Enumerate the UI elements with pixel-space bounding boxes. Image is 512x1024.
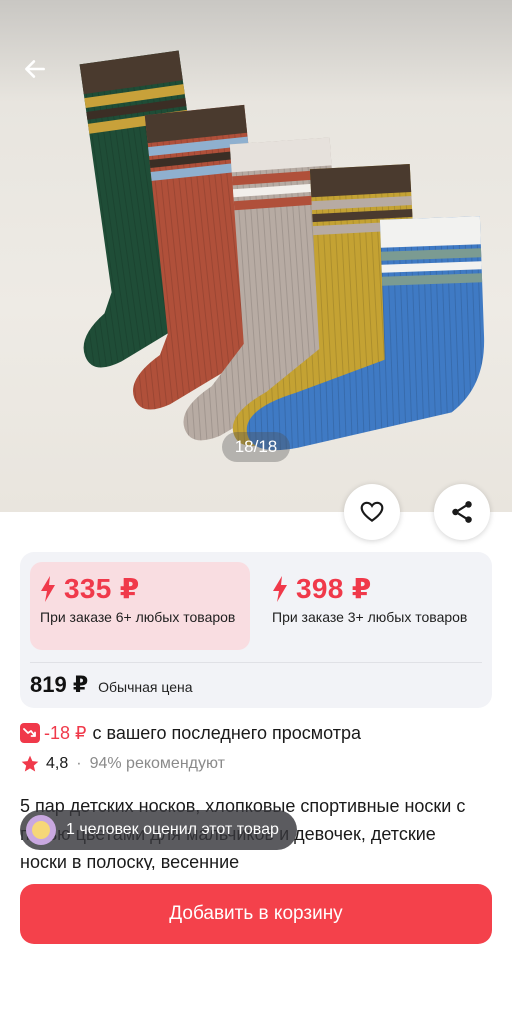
price-down-icon <box>20 723 40 743</box>
price-tier-2[interactable]: 398 ₽ При заказе 3+ любых товаров <box>262 562 482 650</box>
price-card: 335 ₽ При заказе 6+ любых товаров 398 ₽ … <box>20 552 492 708</box>
social-proof-toast: 1 человек оценил этот товар <box>20 810 297 850</box>
lightning-icon <box>41 575 55 602</box>
arrow-left-icon <box>25 60 45 78</box>
separator: · <box>76 755 82 772</box>
regular-price: 819 ₽ Обычная цена <box>30 672 193 698</box>
tier-condition: При заказе 6+ любых товаров <box>40 609 236 625</box>
tier-condition: При заказе 3+ любых товаров <box>272 609 468 625</box>
price-drop-text: с вашего последнего просмотра <box>92 722 362 743</box>
image-counter: 18/18 <box>222 432 290 462</box>
tier-price: 398 ₽ <box>296 573 372 604</box>
divider <box>30 662 482 663</box>
toast-message: 1 человек оценил этот товар <box>66 821 279 838</box>
price-drop-amount: -18 ₽ <box>44 722 87 743</box>
add-to-cart-button[interactable]: Добавить в корзину <box>20 884 492 944</box>
share-button[interactable] <box>434 484 490 540</box>
avatar <box>26 815 56 845</box>
product-gallery[interactable]: 18/18 <box>0 0 512 512</box>
price-drop-notice: -18 ₽ с вашего последнего просмотра <box>20 720 361 746</box>
tier-price: 335 ₽ <box>64 573 140 604</box>
favorite-button[interactable] <box>344 484 400 540</box>
regular-price-label: Обычная цена <box>98 679 193 695</box>
rating-value: 4,8 <box>46 755 69 772</box>
share-icon <box>452 501 472 523</box>
recommend-percentage: 94% рекомендуют <box>89 755 225 772</box>
regular-price-amount: 819 ₽ <box>30 672 89 697</box>
heart-icon <box>360 501 384 522</box>
lightning-icon <box>273 575 287 602</box>
price-tier-1[interactable]: 335 ₽ При заказе 6+ любых товаров <box>30 562 250 650</box>
rating-row[interactable]: 4,8 · 94% рекомендуют <box>20 752 225 776</box>
back-button[interactable] <box>18 52 52 86</box>
star-icon <box>21 755 39 772</box>
